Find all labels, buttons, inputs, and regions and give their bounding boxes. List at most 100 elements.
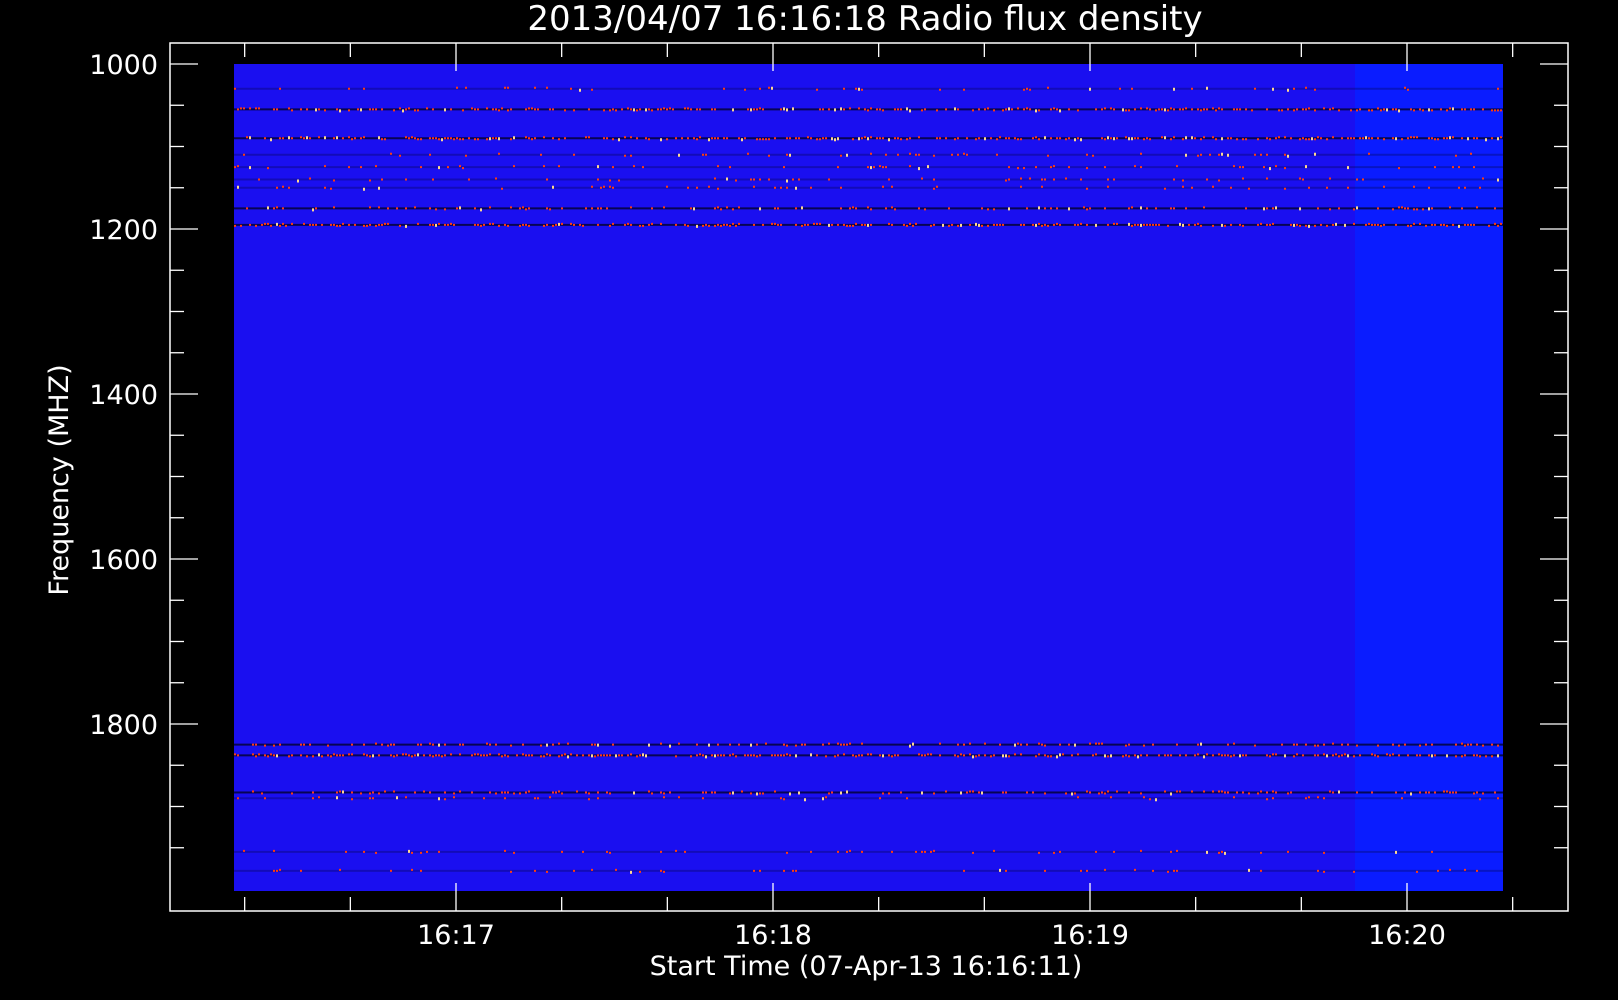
flux-speckle [540,744,542,747]
flux-speckle [447,223,449,226]
flux-speckle [279,87,281,90]
flux-speckle [747,152,749,155]
flux-speckle [543,165,545,168]
flux-speckle [957,137,959,140]
flux-speckle [888,178,890,181]
flux-speckle [1245,754,1247,757]
flux-speckle [663,792,665,795]
flux-speckle [759,178,761,181]
flux-speckle [609,185,611,188]
flux-speckle [783,743,785,746]
flux-speckle [762,138,764,141]
flux-speckle [450,137,452,140]
flux-speckle [1455,755,1457,758]
flux-speckle [459,753,461,756]
flux-speckle [999,223,1001,226]
flux-speckle [1002,791,1004,794]
flux-speckle [1308,186,1310,189]
flux-speckle [918,136,920,139]
flux-speckle [1476,791,1478,794]
flux-speckle [1470,108,1472,111]
flux-speckle [1173,108,1175,111]
flux-speckle [1128,222,1130,226]
flux-speckle [1284,153,1286,156]
flux-speckle [279,868,281,871]
flux-speckle [1443,137,1445,140]
flux-speckle [288,755,290,758]
flux-speckle [1449,791,1451,794]
flux-speckle [249,223,251,226]
flux-speckle [1134,137,1136,140]
flux-speckle [1080,138,1082,142]
flux-speckle [528,754,530,757]
flux-speckle [882,166,884,169]
flux-speckle [1290,137,1292,140]
flux-speckle [939,88,941,91]
flux-speckle [378,223,380,226]
flux-speckle [432,755,434,758]
flux-speckle [417,222,419,225]
flux-speckle [1425,743,1427,746]
flux-speckle [1041,743,1043,746]
flux-speckle [237,797,239,800]
flux-speckle [1446,137,1448,140]
flux-speckle [672,108,674,111]
flux-speckle [291,754,293,757]
y-tick-label: 1600 [89,545,158,576]
flux-speckle [1233,754,1235,757]
flux-speckle [1428,754,1430,757]
flux-speckle [369,755,371,758]
flux-speckle [429,207,431,210]
flux-speckle [1332,223,1334,226]
flux-speckle [1170,138,1172,141]
flux-speckle [1236,138,1238,141]
flux-speckle [642,224,644,227]
flux-speckle [882,137,884,140]
flux-speckle [1020,223,1022,226]
flux-speckle [633,108,635,112]
flux-speckle [1155,798,1157,802]
flux-speckle [888,222,890,225]
flux-speckle [378,206,380,209]
flux-speckle [1047,224,1049,227]
flux-speckle [666,185,668,188]
flux-speckle [1377,137,1379,140]
flux-speckle [372,754,374,758]
flux-speckle [708,138,710,142]
flux-speckle [1191,87,1193,90]
flux-speckle [1005,108,1007,111]
flux-speckle [1257,223,1259,226]
flux-speckle [1110,137,1112,140]
flux-speckle [768,86,770,89]
flux-speckle [1407,88,1409,91]
flux-speckle [381,178,383,181]
flux-speckle [762,792,764,795]
flux-speckle [1341,743,1343,746]
flux-speckle [1182,179,1184,182]
flux-speckle [993,754,995,757]
flux-speckle [786,137,788,140]
flux-speckle [1242,224,1244,227]
flux-speckle [972,790,974,793]
flux-speckle [1299,138,1301,141]
flux-speckle [981,791,983,795]
flux-speckle [1356,109,1358,112]
flux-speckle [1362,178,1364,181]
flux-speckle [1404,791,1406,794]
flux-speckle [786,179,788,183]
flux-speckle [1272,797,1274,800]
flux-speckle [1281,109,1283,112]
flux-speckle [390,869,392,872]
flux-speckle [417,743,419,746]
flux-speckle [651,792,653,795]
flux-speckle [738,206,740,209]
flux-speckle [909,744,911,748]
flux-speckle [1050,137,1052,140]
flux-speckle [1152,743,1154,746]
flux-speckle [420,166,422,169]
flux-speckle [627,107,629,110]
flux-speckle [639,108,641,111]
flux-speckle [459,206,461,210]
flux-speckle [1245,108,1247,111]
flux-speckle [333,137,335,140]
